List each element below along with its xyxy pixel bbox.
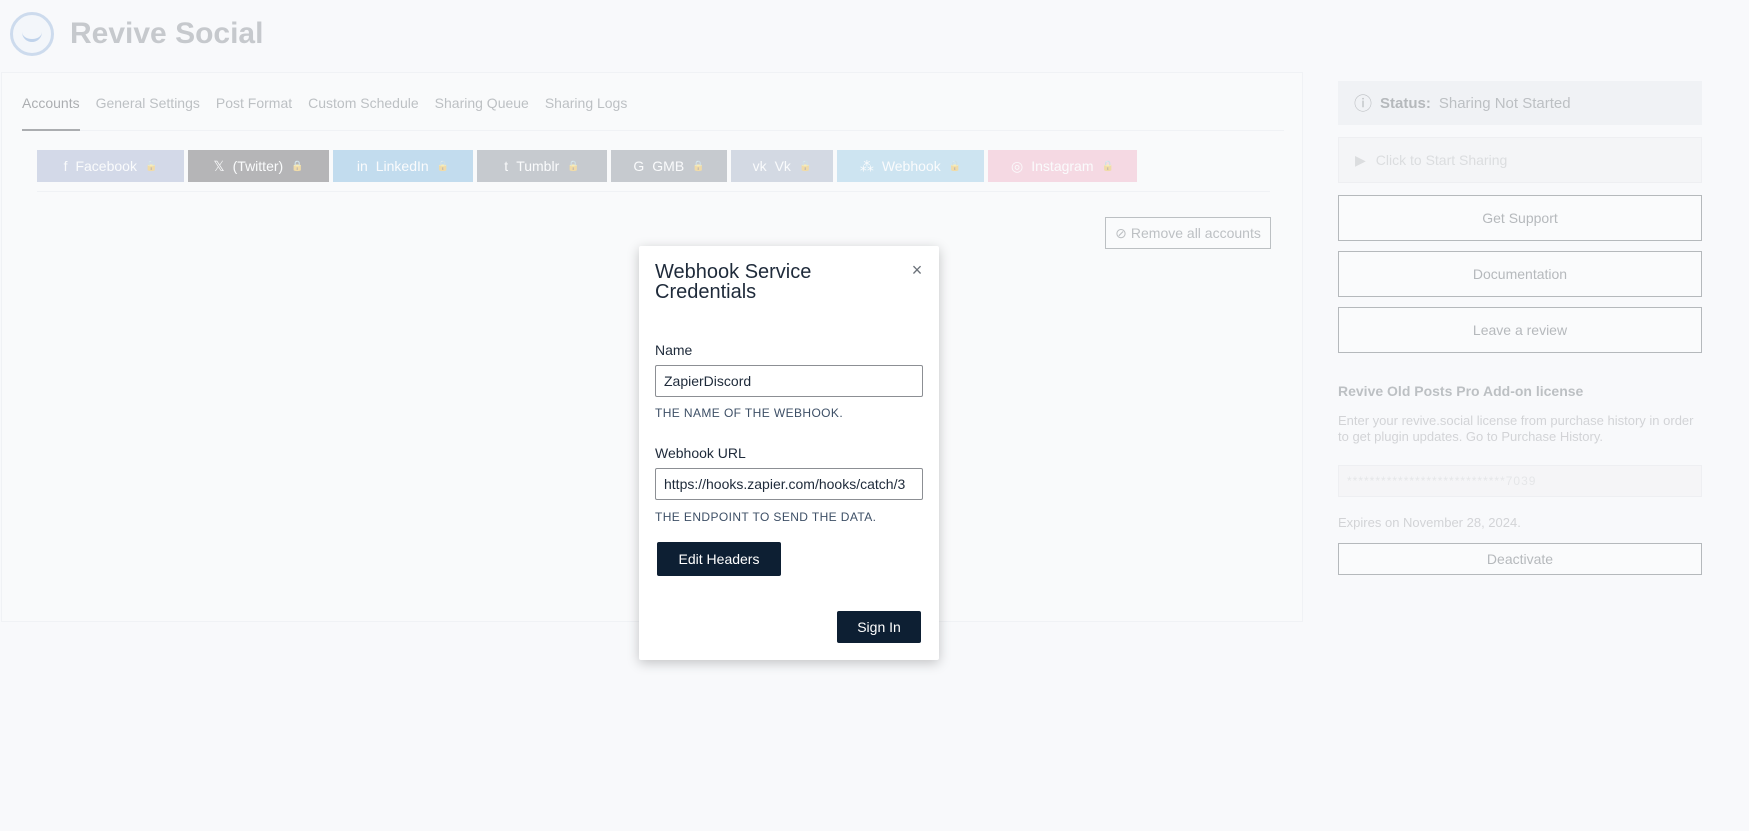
network-button-linkedin[interactable]: in LinkedIn 🔒 bbox=[333, 150, 473, 182]
network-label: (Twitter) bbox=[232, 158, 284, 174]
webhook-credentials-modal: Webhook Service Credentials × Name THE N… bbox=[639, 246, 939, 660]
edit-headers-button[interactable]: Edit Headers bbox=[657, 542, 781, 576]
revive-social-logo bbox=[10, 12, 54, 56]
network-button-vk[interactable]: vk Vk 🔒 bbox=[731, 150, 833, 182]
app-title: Revive Social bbox=[70, 17, 264, 50]
webhook-url-label: Webhook URL bbox=[655, 445, 746, 461]
settings-tabs: Accounts General Settings Post Format Cu… bbox=[22, 93, 1284, 131]
tab-accounts[interactable]: Accounts bbox=[22, 93, 80, 131]
name-help-text: THE NAME OF THE WEBHOOK. bbox=[655, 406, 844, 420]
sidebar: ⓘ Status: Sharing Not Started ▶ Click to… bbox=[1338, 81, 1702, 575]
app-header: Revive Social bbox=[10, 12, 263, 56]
status-value: Sharing Not Started bbox=[1438, 94, 1571, 112]
tab-general-settings[interactable]: General Settings bbox=[96, 93, 200, 131]
network-icon: ⁂ bbox=[859, 157, 874, 174]
modal-title: Webhook Service Credentials bbox=[655, 261, 812, 303]
network-button-gmb[interactable]: G GMB 🔒 bbox=[611, 150, 727, 182]
alert-circle-icon: ⓘ bbox=[1354, 94, 1372, 114]
lock-icon: 🔒 bbox=[692, 160, 705, 172]
lock-icon: 🔒 bbox=[798, 160, 812, 172]
network-icon: 𝕏 bbox=[213, 157, 225, 174]
network-button-twitter[interactable]: 𝕏 (Twitter) 🔒 bbox=[188, 150, 329, 182]
network-button-webhook[interactable]: ⁂ Webhook 🔒 bbox=[837, 150, 984, 182]
play-icon: ▶ bbox=[1355, 151, 1366, 168]
tab-sharing-queue[interactable]: Sharing Queue bbox=[435, 93, 529, 131]
network-label: Facebook bbox=[75, 158, 137, 174]
start-sharing-button[interactable]: ▶ Click to Start Sharing bbox=[1338, 137, 1702, 183]
network-icon: t bbox=[504, 158, 509, 174]
network-label: Tumblr bbox=[516, 158, 560, 174]
leave-review-button[interactable]: Leave a review bbox=[1338, 307, 1702, 353]
tab-sharing-logs[interactable]: Sharing Logs bbox=[545, 93, 628, 131]
network-icon: f bbox=[63, 158, 68, 174]
name-field[interactable] bbox=[655, 365, 923, 397]
network-label: LinkedIn bbox=[375, 158, 429, 174]
sign-in-button[interactable]: Sign In bbox=[837, 611, 921, 643]
lock-icon: 🔒 bbox=[144, 160, 158, 172]
status-box: ⓘ Status: Sharing Not Started bbox=[1338, 81, 1702, 125]
lock-icon: 🔒 bbox=[436, 160, 450, 172]
lock-icon: 🔒 bbox=[291, 160, 304, 172]
license-key-field[interactable]: ****************************7039 bbox=[1338, 465, 1702, 497]
start-sharing-label: Click to Start Sharing bbox=[1375, 152, 1508, 168]
network-button-tumblr[interactable]: t Tumblr 🔒 bbox=[477, 150, 607, 182]
lock-icon: 🔒 bbox=[567, 160, 580, 172]
network-buttons: f Facebook 🔒 𝕏 (Twitter) 🔒 in LinkedIn 🔒 t Tumblr 🔒… bbox=[37, 150, 1141, 182]
network-icon: vk bbox=[752, 158, 767, 174]
license-description: Enter your revive.social license from pu… bbox=[1338, 413, 1694, 444]
remove-all-accounts-button[interactable]: ⊘ Remove all accounts bbox=[1105, 217, 1271, 249]
divider bbox=[37, 191, 1270, 192]
name-label: Name bbox=[655, 342, 693, 358]
lock-icon: 🔒 bbox=[1101, 160, 1114, 172]
status-label: Status: bbox=[1380, 94, 1431, 112]
tab-post-format[interactable]: Post Format bbox=[216, 93, 292, 131]
network-label: Vk bbox=[774, 158, 791, 174]
license-expiry: Expires on November 28, 2024. bbox=[1338, 515, 1521, 530]
get-support-button[interactable]: Get Support bbox=[1338, 195, 1702, 241]
remove-all-label: Remove all accounts bbox=[1130, 225, 1261, 241]
lock-icon: 🔒 bbox=[948, 160, 962, 172]
webhook-url-help-text: THE ENDPOINT TO SEND THE DATA. bbox=[655, 510, 877, 524]
network-icon: in bbox=[356, 158, 368, 174]
network-label: Instagram bbox=[1031, 158, 1094, 174]
network-icon: ◎ bbox=[1011, 157, 1024, 174]
network-button-instagram[interactable]: ◎ Instagram 🔒 bbox=[988, 150, 1137, 182]
webhook-url-field[interactable] bbox=[655, 468, 923, 500]
network-icon: G bbox=[633, 158, 645, 174]
documentation-button[interactable]: Documentation bbox=[1338, 251, 1702, 297]
ban-icon: ⊘ bbox=[1115, 224, 1127, 241]
close-icon[interactable]: × bbox=[907, 260, 927, 280]
license-title: Revive Old Posts Pro Add-on license bbox=[1338, 383, 1584, 399]
deactivate-button[interactable]: Deactivate bbox=[1338, 543, 1702, 575]
network-label: GMB bbox=[652, 158, 685, 174]
tab-custom-schedule[interactable]: Custom Schedule bbox=[308, 93, 419, 131]
network-label: Webhook bbox=[881, 158, 941, 174]
network-button-facebook[interactable]: f Facebook 🔒 bbox=[37, 150, 184, 182]
